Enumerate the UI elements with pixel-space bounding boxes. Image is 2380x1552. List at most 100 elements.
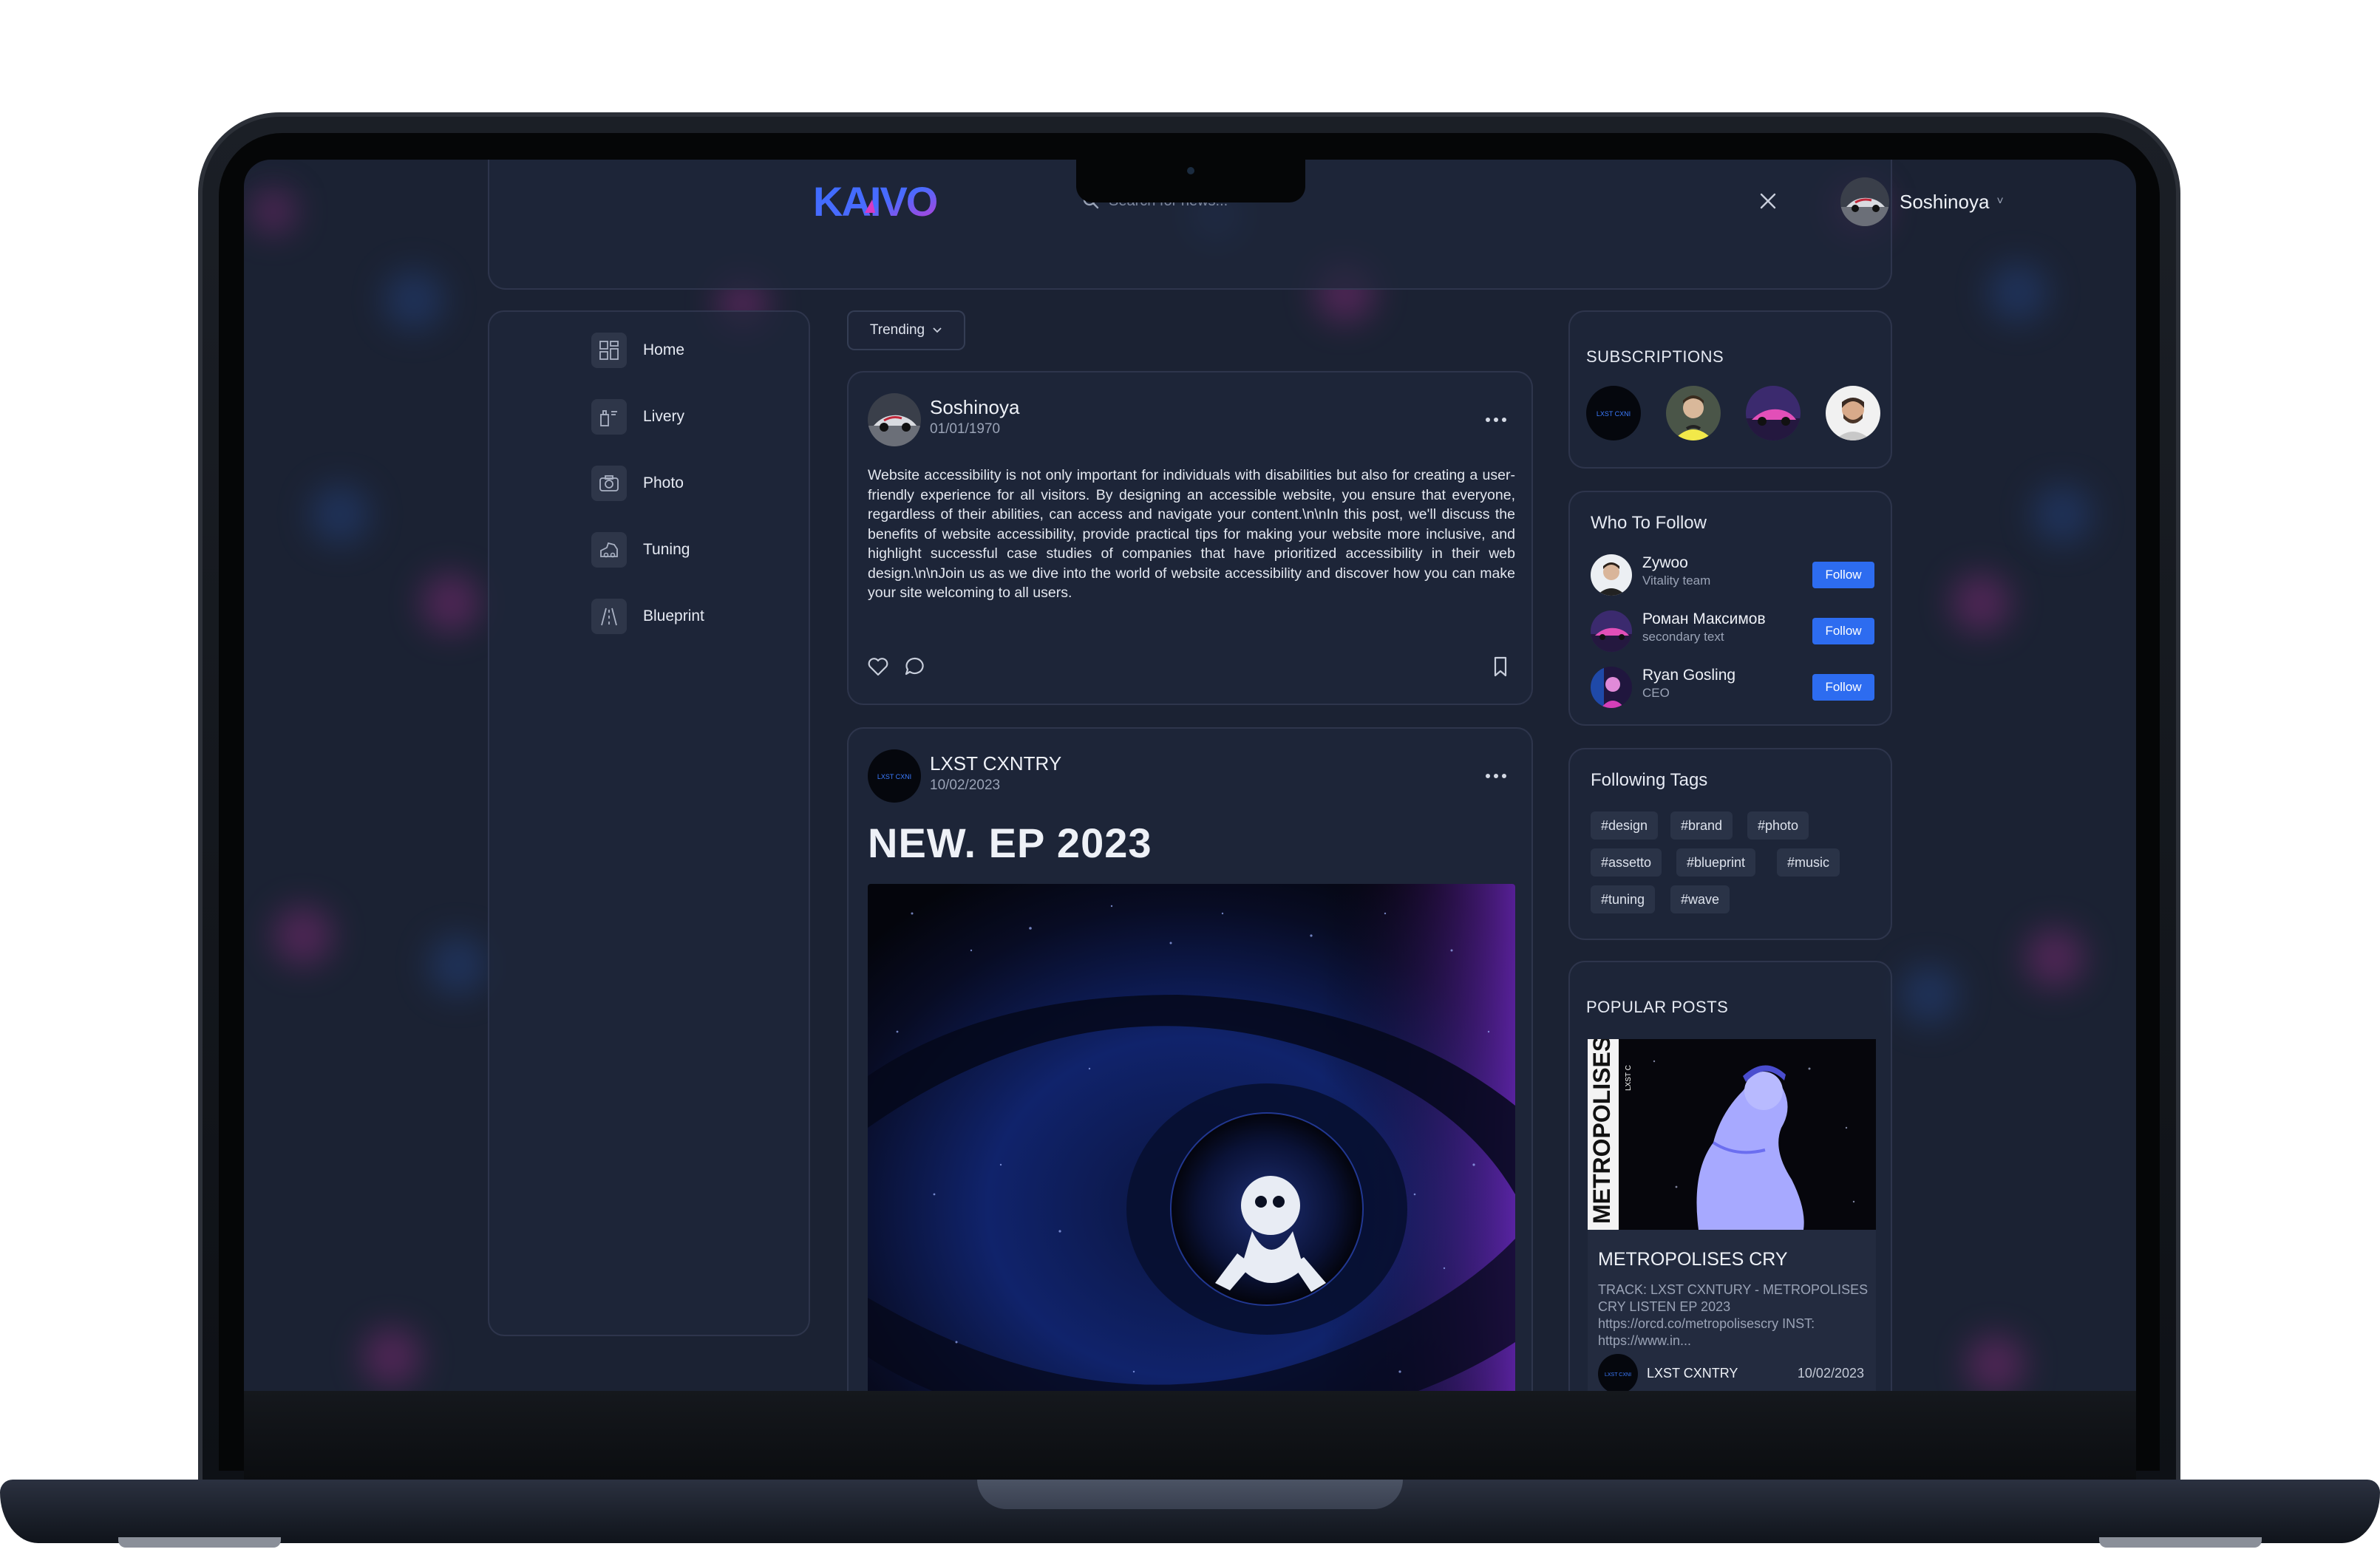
background-glow	[273, 906, 333, 965]
svg-text:LXST CXNI: LXST CXNI	[1605, 1372, 1631, 1378]
popular-post-description: TRACK: LXST CXNTURY - METROPOLISES CRY L…	[1598, 1282, 1869, 1348]
laptop-foot	[2099, 1537, 2262, 1548]
follow-button[interactable]: Follow	[1812, 618, 1874, 644]
post-image[interactable]	[868, 884, 1515, 1391]
avatar[interactable]	[868, 393, 921, 446]
background-glow	[421, 574, 480, 633]
sidebar-item-label: Livery	[643, 408, 685, 425]
list-item: Ryan Gosling CEO Follow	[1591, 664, 1874, 708]
subscriptions-title: SUBSCRIPTIONS	[1586, 347, 1724, 366]
laptop-foot	[118, 1537, 281, 1548]
follow-subtitle: secondary text	[1642, 630, 1724, 644]
background-glow	[362, 1327, 421, 1386]
avatar[interactable]	[1591, 610, 1632, 652]
post-date: 01/01/1970	[930, 421, 1001, 437]
chevron-down-icon: ˅	[1996, 195, 2004, 208]
sidebar-item-tuning[interactable]: Tuning	[591, 532, 690, 568]
popular-post-image[interactable]: METROPOLISES C LXST C	[1588, 1039, 1876, 1230]
follow-button[interactable]: Follow	[1812, 562, 1874, 588]
avatar[interactable]	[1591, 667, 1632, 708]
sidebar-item-label: Tuning	[643, 541, 690, 558]
post-card: LXST CXNI LXST CXNTRY 10/02/2023 NEW. EP…	[847, 727, 1533, 1391]
post-author[interactable]: LXST CXNTRY	[930, 752, 1061, 775]
avatar[interactable]	[1591, 554, 1632, 596]
comment-icon[interactable]	[903, 655, 927, 678]
background-glow	[1988, 263, 2047, 322]
tag-chip[interactable]: #tuning	[1591, 885, 1656, 913]
sidebar-item-livery[interactable]: Livery	[591, 399, 684, 435]
subscription-avatar[interactable]	[1746, 386, 1801, 440]
post-author[interactable]: Soshinoya	[930, 396, 1019, 419]
sidebar-item-photo[interactable]: Photo	[591, 466, 684, 501]
avatar	[1840, 177, 1889, 226]
follow-subtitle: CEO	[1642, 686, 1670, 700]
kaivo-logo[interactable]: KAIVO	[813, 179, 946, 223]
svg-text:LXST CXNI: LXST CXNI	[1597, 410, 1631, 418]
logo-text: KAIVO	[813, 179, 937, 223]
popular-post-title[interactable]: METROPOLISES CRY	[1598, 1249, 1788, 1270]
following-tags-panel: Following Tags #design #brand #photo #as…	[1568, 748, 1892, 940]
subscriptions-panel: SUBSCRIPTIONS LXST CXNI	[1568, 310, 1892, 469]
follow-subtitle: Vitality team	[1642, 574, 1711, 588]
tag-chip[interactable]: #design	[1591, 811, 1659, 840]
background-glow	[384, 270, 443, 330]
trending-filter-label: Trending	[869, 322, 925, 338]
popular-post-author[interactable]: LXST CXNTRY	[1647, 1366, 1738, 1381]
background-glow	[310, 485, 370, 544]
close-icon[interactable]	[1758, 191, 1778, 211]
user-menu[interactable]: Soshinoya ˅	[1840, 177, 2004, 226]
laptop-hinge-recess	[977, 1480, 1403, 1509]
list-item: Роман Максимов secondary text Follow	[1591, 607, 1874, 652]
follow-name[interactable]: Роман Максимов	[1642, 610, 1766, 628]
bookmark-icon[interactable]	[1489, 655, 1512, 678]
list-item: Zywoo Vitality team Follow	[1591, 551, 1874, 596]
user-name: Soshinoya	[1900, 190, 1990, 213]
more-options-icon[interactable]	[1481, 412, 1511, 427]
subscription-avatar[interactable]	[1666, 386, 1721, 440]
post-date: 10/02/2023	[930, 777, 1001, 793]
sidebar-item-label: Blueprint	[643, 607, 704, 624]
popular-posts-panel: POPULAR POSTS METROPOLISES C LXST C METR…	[1568, 961, 1892, 1391]
follow-name[interactable]: Zywoo	[1642, 554, 1688, 572]
tag-chip[interactable]: #brand	[1670, 811, 1733, 840]
background-glow	[2033, 485, 2092, 544]
trending-filter-dropdown[interactable]: Trending	[847, 310, 965, 350]
tag-chip[interactable]: #photo	[1747, 811, 1809, 840]
post-title: NEW. EP 2023	[868, 820, 1152, 866]
svg-text:LXST CXNI: LXST CXNI	[877, 773, 911, 780]
subscription-avatar[interactable]: LXST CXNI	[1586, 386, 1641, 440]
who-to-follow-panel: Who To Follow Zywoo Vitality team Follow…	[1568, 491, 1892, 726]
subscription-avatar[interactable]	[1826, 386, 1880, 440]
camera-icon	[591, 466, 627, 501]
follow-button[interactable]: Follow	[1812, 674, 1874, 701]
background-glow	[1900, 965, 1959, 1024]
popular-image-subtext: LXST C	[1625, 1065, 1633, 1091]
post-card: Soshinoya 01/01/1970 Website accessibili…	[847, 371, 1533, 705]
camera-notch	[1076, 160, 1305, 202]
sidebar-item-label: Photo	[643, 474, 684, 491]
road-icon	[591, 599, 627, 634]
tuning-icon	[591, 532, 627, 568]
more-options-icon[interactable]	[1481, 769, 1511, 783]
livery-icon	[591, 399, 627, 435]
avatar[interactable]: LXST CXNI	[1598, 1354, 1638, 1391]
tag-chip[interactable]: #music	[1777, 848, 1840, 877]
sidebar-item-home[interactable]: Home	[591, 333, 684, 368]
background-glow	[2025, 928, 2084, 987]
tag-chip[interactable]: #blueprint	[1676, 848, 1756, 877]
avatar[interactable]: LXST CXNI	[868, 749, 921, 803]
background-glow	[1951, 574, 2010, 633]
sidebar-item-label: Home	[643, 341, 685, 358]
tag-chip[interactable]: #wave	[1670, 885, 1730, 913]
heart-icon[interactable]	[866, 655, 890, 678]
background-glow	[429, 936, 488, 995]
post-text: Website accessibility is not only import…	[868, 467, 1515, 601]
follow-name[interactable]: Ryan Gosling	[1642, 667, 1735, 684]
tag-chip[interactable]: #assetto	[1591, 848, 1662, 877]
screen: KAIVO Soshinoya ˅	[244, 160, 2136, 1391]
popular-image-text: METROPOLISES C	[1588, 1039, 1615, 1224]
grid-icon	[591, 333, 627, 368]
following-tags-title: Following Tags	[1591, 770, 1708, 790]
sidebar-item-blueprint[interactable]: Blueprint	[591, 599, 704, 634]
laptop-chin	[244, 1391, 2136, 1480]
